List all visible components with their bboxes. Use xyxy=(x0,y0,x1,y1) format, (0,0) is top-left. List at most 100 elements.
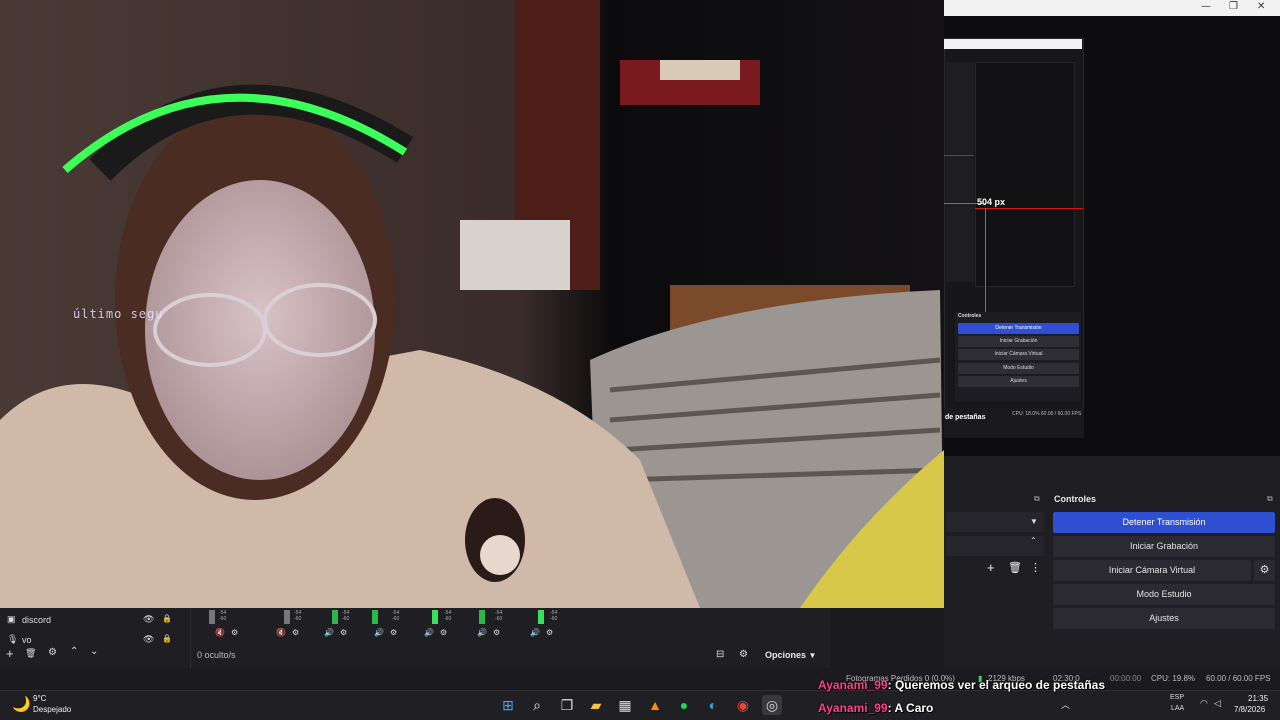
settings-icon[interactable]: ⚙ xyxy=(493,628,500,637)
edge-icon[interactable]: ◐ xyxy=(703,695,723,715)
lock-icon[interactable]: 🔒 xyxy=(162,634,172,643)
weather-desc: Despejado xyxy=(33,705,72,714)
resize-label: 504 px xyxy=(977,197,1006,207)
guide-line xyxy=(944,155,974,156)
volume-icon[interactable]: ◁ xyxy=(1214,698,1221,709)
dock-float-icon[interactable]: ⧉ xyxy=(1267,494,1273,504)
mute-icon[interactable]: 🔇 xyxy=(215,628,225,637)
maximize-icon[interactable]: ❐ xyxy=(1229,1,1238,12)
nested-start-recording-button: Iniciar Grabación xyxy=(958,336,1079,347)
hidden-count: 0 oculto/s xyxy=(197,650,236,660)
chat-username: Ayanami_99 xyxy=(818,701,888,715)
stepper-icon[interactable]: ⌃ xyxy=(1030,536,1037,545)
fps: 60.00 / 60.00 FPS xyxy=(1206,674,1271,683)
webcam-image xyxy=(0,0,944,608)
clock-date[interactable]: 7/8/2026 xyxy=(1234,705,1265,714)
chrome-icon[interactable]: ◉ xyxy=(733,695,753,715)
gear-icon[interactable]: ⚙ xyxy=(48,647,57,658)
chat-text: : A Caro xyxy=(887,701,934,715)
wifi-icon[interactable]: ◠ xyxy=(1200,698,1208,709)
chat-text: : Queremos ver el arqueo de pestañas xyxy=(887,678,1106,692)
mixer-channel: -54 -60 🔇 ⚙ xyxy=(207,610,257,640)
stop-stream-button[interactable]: Detener Transmisión xyxy=(1053,512,1275,533)
options-button[interactable]: Opciones ▼ xyxy=(765,650,816,660)
nested-studio-mode-button: Modo Estudio xyxy=(958,363,1079,374)
mixer-channel: -54 -60 🔊 ⚙ xyxy=(530,610,558,637)
windows-start-icon[interactable]: ⊞ xyxy=(498,695,518,715)
nested-status-text: de pestañas xyxy=(945,414,986,421)
settings-icon[interactable]: ⚙ xyxy=(390,628,397,637)
eye-icon[interactable]: 👁 xyxy=(143,634,154,645)
display-capture-icon: ▣ xyxy=(7,614,16,624)
chevron-down-icon[interactable]: ▼ xyxy=(1030,517,1038,526)
lang-top[interactable]: ESP xyxy=(1170,694,1184,701)
source-label: discord xyxy=(22,615,52,625)
camera-feed: último segu xyxy=(0,0,944,608)
nested-virtual-cam-button: Iniciar Cámara Virtual xyxy=(958,349,1079,360)
mixer-channel: -54 -60 🔊 ⚙ xyxy=(424,610,452,637)
nested-titlebar xyxy=(944,39,1082,49)
lang-bottom[interactable]: LAA xyxy=(1171,705,1184,712)
settings-icon[interactable]: ⚙ xyxy=(546,628,553,637)
settings-icon[interactable]: ⚙ xyxy=(292,628,299,637)
settings-icon[interactable]: ⚙ xyxy=(440,628,447,637)
chat-username: Ayanami_99 xyxy=(818,678,888,692)
chat-message: Ayanami_99: A Caro xyxy=(818,701,933,715)
close-icon[interactable]: ✕ xyxy=(1257,1,1265,12)
cpu-usage: CPU: 19.8% xyxy=(1151,674,1196,683)
nested-cpu-text: CPU: 18.0% 60.00 / 60.00 FPS xyxy=(1012,411,1082,417)
task-view-icon[interactable]: ❐ xyxy=(557,695,577,715)
store-icon[interactable]: ▦ xyxy=(615,695,635,715)
weather-temp: 9°C xyxy=(33,694,47,703)
gear-icon[interactable]: ⚙ xyxy=(1254,560,1275,581)
guide-line xyxy=(975,208,1083,209)
move-down-icon[interactable]: ⌄ xyxy=(90,646,98,657)
volume-icon[interactable]: 🔊 xyxy=(424,628,434,637)
overlay-text: último segu xyxy=(73,307,164,321)
add-icon[interactable]: + xyxy=(987,560,995,575)
start-virtual-cam-button[interactable]: Iniciar Cámara Virtual xyxy=(1053,560,1251,581)
chevron-down-icon: ▼ xyxy=(808,651,817,660)
studio-mode-button[interactable]: Modo Estudio xyxy=(1053,584,1275,605)
settings-icon[interactable]: ⚙ xyxy=(231,628,238,637)
file-explorer-icon[interactable]: ▰ xyxy=(586,695,606,715)
nested-controls-title: Controles xyxy=(958,313,982,319)
moon-icon[interactable]: 🌙 xyxy=(12,695,31,713)
clock-time[interactable]: 21:35 xyxy=(1248,694,1268,703)
nested-settings-button: Ajustes xyxy=(958,376,1079,387)
dock-float-icon[interactable]: ⧉ xyxy=(1034,494,1040,504)
move-up-icon[interactable]: ⌃ xyxy=(70,646,78,657)
volume-icon[interactable]: 🔊 xyxy=(477,628,487,637)
volume-icon[interactable]: 🔊 xyxy=(324,628,334,637)
sources-toolbar: + 🗑 ⚙ ⌃ ⌄ xyxy=(0,646,190,664)
start-recording-button[interactable]: Iniciar Grabación xyxy=(1053,536,1275,557)
spotify-icon[interactable]: ● xyxy=(674,695,694,715)
search-icon[interactable]: ⌕ xyxy=(527,695,547,715)
nested-stop-stream-button: Detener Transmisión xyxy=(958,323,1079,334)
mixer-channel: -54 -60 🔊 ⚙ xyxy=(324,610,350,637)
source-item[interactable]: ▣ discord 👁 🔒 xyxy=(0,612,190,630)
mixer-channel: -54 -60 🔊 ⚙ xyxy=(477,610,503,637)
trash-icon[interactable]: 🗑 xyxy=(25,648,36,659)
controls-title: Controles xyxy=(1054,494,1097,504)
vlc-icon[interactable]: ▲ xyxy=(645,695,665,715)
layout-icon[interactable]: ⊟ xyxy=(716,649,724,660)
mixer-channel: -54 -60 🔊 ⚙ xyxy=(372,610,400,637)
mute-icon[interactable]: 🔇 xyxy=(276,628,286,637)
settings-icon[interactable]: ⚙ xyxy=(340,628,347,637)
advanced-audio-icon[interactable]: ⚙ xyxy=(739,649,748,660)
add-icon[interactable]: + xyxy=(6,646,14,661)
volume-icon[interactable]: 🔊 xyxy=(374,628,384,637)
settings-button[interactable]: Ajustes xyxy=(1053,608,1275,629)
trash-icon[interactable]: 🗑 xyxy=(1008,561,1022,574)
eye-icon[interactable]: 👁 xyxy=(143,614,154,625)
mixer-channel: -54 -60 🔇 ⚙ xyxy=(276,610,302,637)
chat-message: Ayanami_99: Queremos ver el arqueo de pe… xyxy=(818,678,1105,692)
nested-canvas xyxy=(975,62,1075,287)
obs-icon[interactable]: ◎ xyxy=(762,695,782,715)
volume-icon[interactable]: 🔊 xyxy=(530,628,540,637)
source-label: vo xyxy=(22,635,32,645)
lock-icon[interactable]: 🔒 xyxy=(162,614,172,623)
minimize-icon[interactable]: — xyxy=(1201,1,1211,12)
more-icon[interactable]: ⋮ xyxy=(1030,561,1041,574)
